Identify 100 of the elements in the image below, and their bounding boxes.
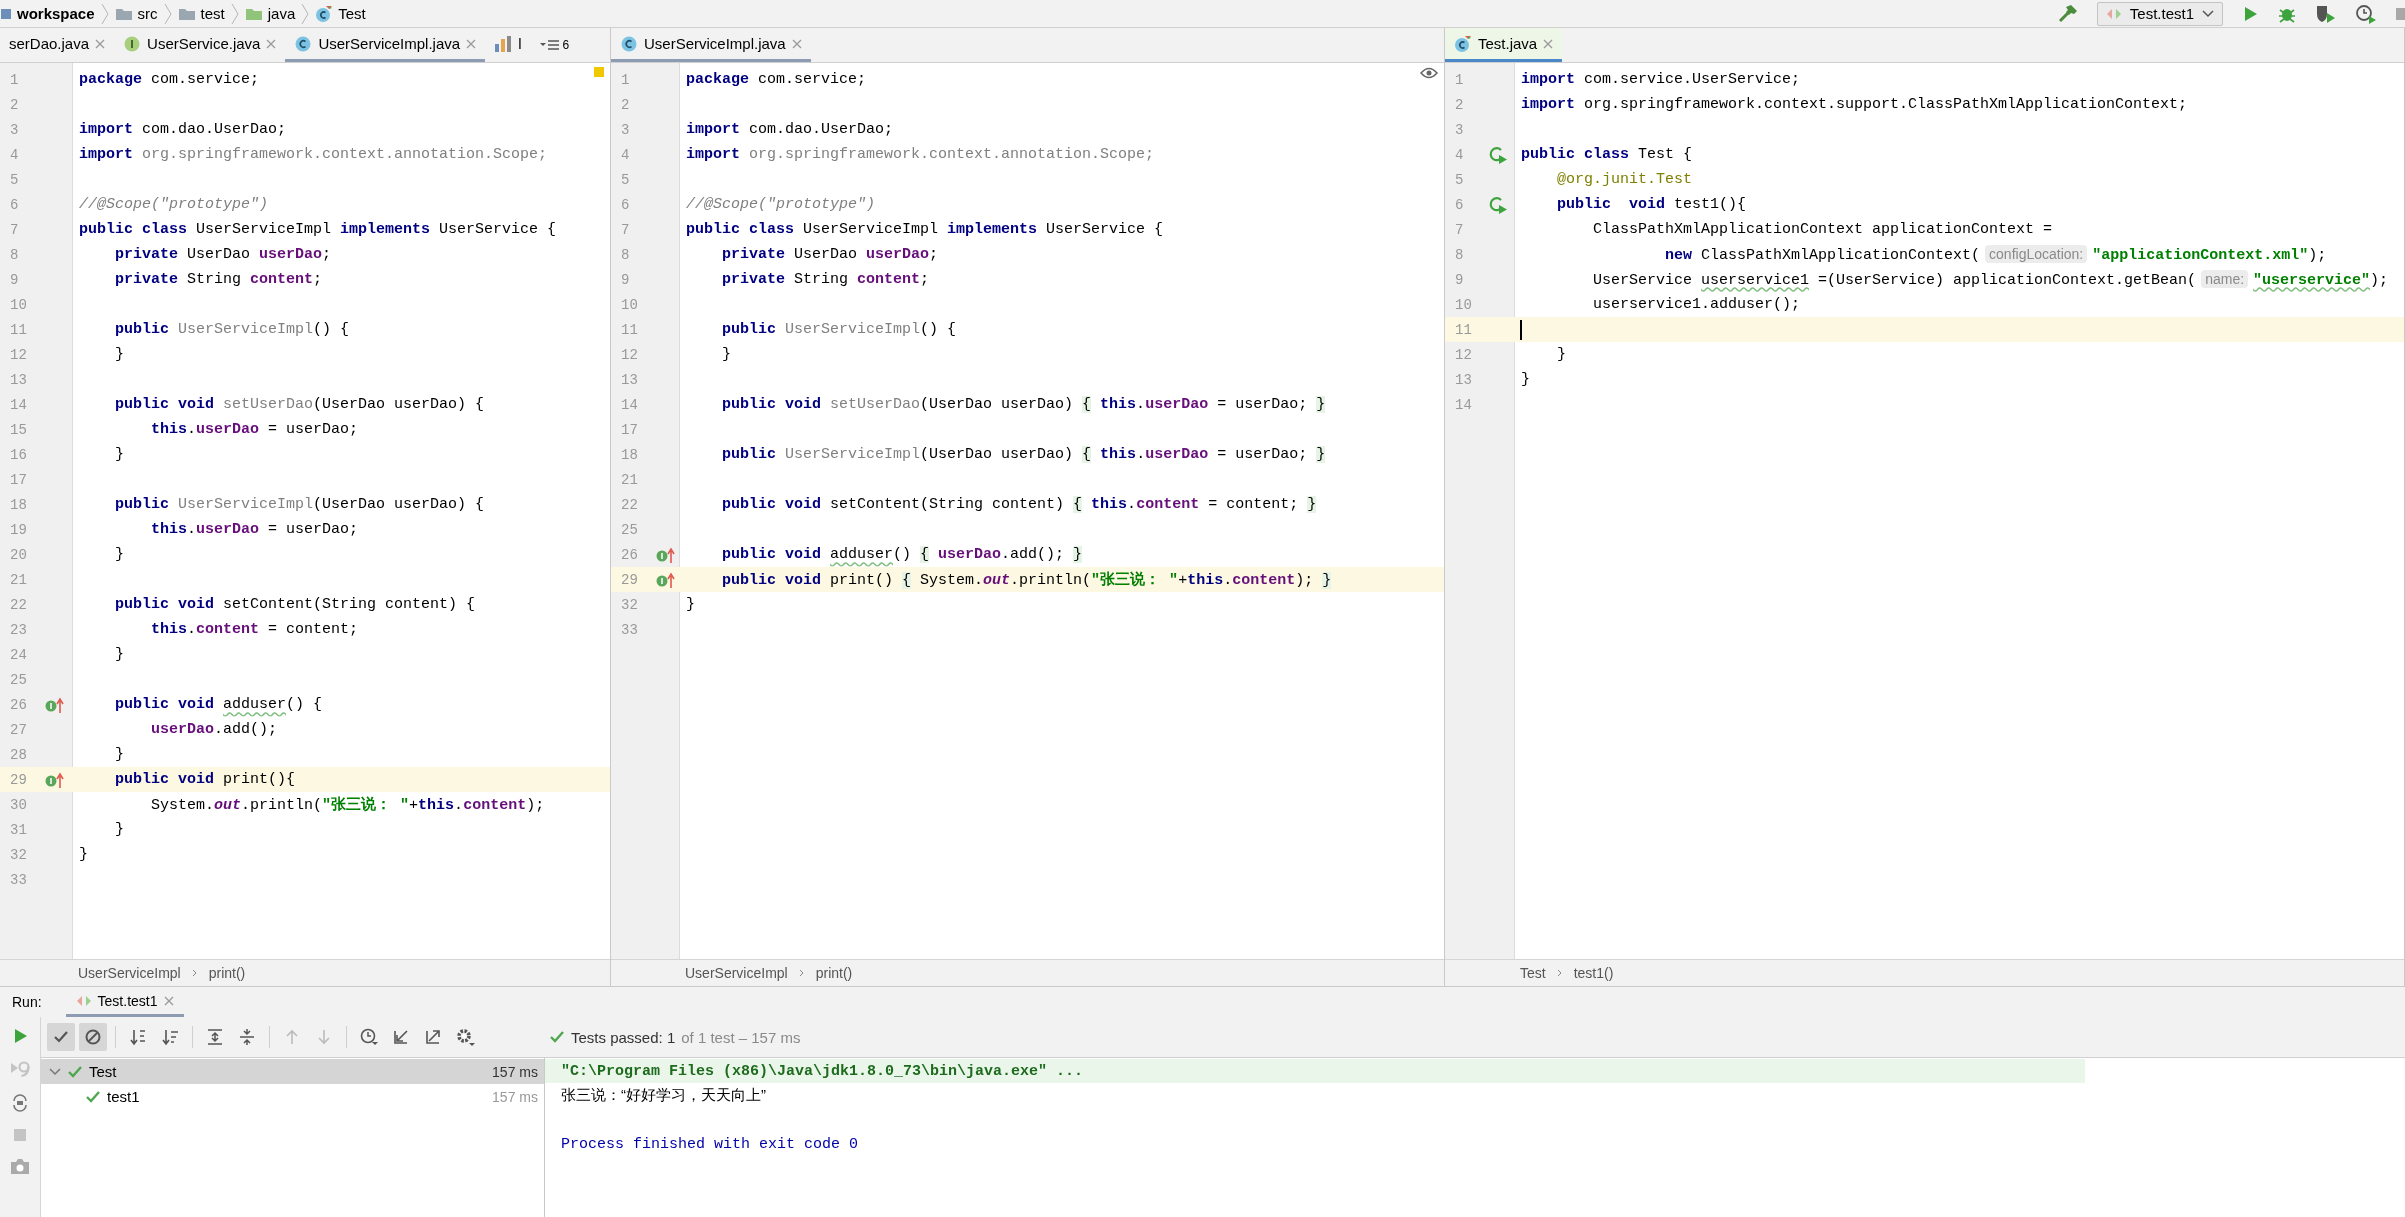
- close-icon[interactable]: [266, 38, 277, 49]
- line-number: 4: [620, 146, 631, 163]
- camera-icon[interactable]: [10, 1157, 30, 1175]
- line-number: 32: [9, 846, 28, 863]
- code-line: private UserDao userDao;: [721, 246, 939, 263]
- line-number: 1: [9, 71, 20, 88]
- shield-run-icon[interactable]: [2315, 3, 2337, 24]
- code-line: public void setUserDao(UserDao userDao) {: [114, 396, 485, 413]
- run-configuration-dropdown[interactable]: Test.test1: [2096, 1, 2223, 26]
- line-number: 33: [9, 871, 28, 888]
- code-line: }: [114, 346, 124, 363]
- line-number: 15: [9, 421, 28, 438]
- breadcrumb-item[interactable]: UserServiceImpl: [685, 965, 788, 981]
- code-line: }: [114, 646, 124, 663]
- line-number: 13: [1454, 371, 1473, 388]
- collapse-all-icon: [238, 1028, 256, 1046]
- code-line: userservice1.adduser();: [1592, 296, 1801, 313]
- toggle-auto-test-icon[interactable]: [10, 1093, 30, 1113]
- line-number: 2: [9, 96, 20, 113]
- module-icon: [0, 6, 12, 21]
- breadcrumb-item[interactable]: test: [177, 5, 225, 22]
- implementation-marker-icon[interactable]: [44, 695, 66, 714]
- line-number: 5: [9, 171, 20, 188]
- eye-icon[interactable]: [1420, 67, 1438, 79]
- run-test-icon[interactable]: [1489, 195, 1509, 214]
- tree-item[interactable]: test1 157 ms: [41, 1084, 544, 1109]
- code-line: public void setContent(String content) {: [114, 596, 476, 613]
- editor-tab[interactable]: UserService.java: [114, 28, 286, 62]
- implementation-marker-icon[interactable]: [655, 545, 677, 564]
- close-icon[interactable]: [466, 38, 477, 49]
- line-number: 7: [620, 221, 631, 238]
- close-icon[interactable]: [791, 38, 802, 49]
- down-arrow-icon: [315, 1028, 333, 1046]
- line-number: 2: [1454, 96, 1465, 113]
- code-line: public void adduser() { userDao.add(); }: [721, 546, 1083, 563]
- implementation-marker-icon[interactable]: [655, 570, 677, 589]
- breadcrumb-item[interactable]: print(): [815, 965, 853, 981]
- test-config-icon: [75, 993, 92, 1008]
- code-line: private UserDao userDao;: [114, 246, 332, 263]
- line-number: 14: [9, 396, 28, 413]
- breadcrumb-item[interactable]: workspace: [0, 5, 95, 22]
- chevron-icon: [230, 2, 239, 25]
- line-number: 13: [9, 371, 28, 388]
- code-line: package com.service;: [685, 71, 867, 88]
- implementation-marker-icon[interactable]: [44, 770, 66, 789]
- breadcrumb-item[interactable]: UserServiceImpl: [78, 965, 181, 981]
- line-number: 10: [620, 296, 639, 313]
- close-icon[interactable]: [95, 38, 106, 49]
- class-icon: [620, 34, 638, 53]
- code-line: }: [114, 746, 124, 763]
- chart-icon: [494, 34, 513, 53]
- code-line: }: [721, 346, 731, 363]
- code-line: @org.junit.Test: [1556, 171, 1693, 188]
- warning-marker-icon[interactable]: [594, 67, 604, 77]
- breadcrumb-item[interactable]: src: [114, 5, 158, 22]
- breadcrumb-item[interactable]: test1(): [1573, 965, 1614, 981]
- stop-icon[interactable]: [2395, 5, 2405, 22]
- toolbar-button[interactable]: [79, 1023, 107, 1051]
- code-line: this.content = content;: [150, 621, 359, 638]
- editor-tab[interactable]: Test.java: [1445, 28, 1563, 62]
- code-line: public void test1(){: [1556, 196, 1747, 213]
- breadcrumb-item[interactable]: Test: [315, 4, 366, 23]
- folder-icon: [244, 6, 263, 21]
- code-line: import com.dao.UserDao;: [78, 121, 287, 138]
- tab-list-button[interactable]: 6: [534, 28, 576, 62]
- line-number: 9: [9, 271, 20, 288]
- breadcrumb-item[interactable]: java: [244, 5, 296, 22]
- line-number: 5: [620, 171, 631, 188]
- hammer-icon[interactable]: [2056, 2, 2079, 25]
- code-line: public UserServiceImpl() {: [721, 321, 957, 338]
- code-line: }: [114, 821, 124, 838]
- line-number: 25: [620, 521, 639, 538]
- breadcrumb-item[interactable]: print(): [208, 965, 246, 981]
- import-icon: [392, 1028, 410, 1046]
- line-number: 6: [620, 196, 631, 213]
- code-line: private String content;: [721, 271, 930, 288]
- tree-item[interactable]: Test 157 ms: [41, 1059, 544, 1084]
- interface-icon: [123, 34, 142, 53]
- line-number: 18: [620, 446, 639, 463]
- prohibited-icon: [84, 1028, 102, 1046]
- editor-tab[interactable]: l: [485, 28, 535, 62]
- clock-run-icon[interactable]: [2355, 3, 2377, 24]
- close-icon[interactable]: [163, 995, 174, 1006]
- caret-icon: [2202, 9, 2214, 18]
- run-tab[interactable]: Test.test1: [65, 987, 184, 1017]
- close-icon[interactable]: [1543, 38, 1554, 49]
- line-number: 17: [9, 471, 28, 488]
- run-test-icon[interactable]: [1489, 145, 1509, 164]
- line-number: 17: [620, 421, 639, 438]
- sort-icon: [161, 1028, 179, 1046]
- code-line: public UserServiceImpl() {: [114, 321, 350, 338]
- breadcrumb-item[interactable]: Test: [1520, 965, 1546, 981]
- line-number: 11: [1454, 321, 1473, 338]
- line-number: 4: [9, 146, 20, 163]
- code-line: import com.dao.UserDao;: [685, 121, 894, 138]
- line-number: 14: [620, 396, 639, 413]
- editor-tab[interactable]: serDao.java: [0, 28, 115, 62]
- chevron-icon: [163, 2, 172, 25]
- toolbar-button[interactable]: [47, 1023, 75, 1051]
- code-line: }: [114, 446, 124, 463]
